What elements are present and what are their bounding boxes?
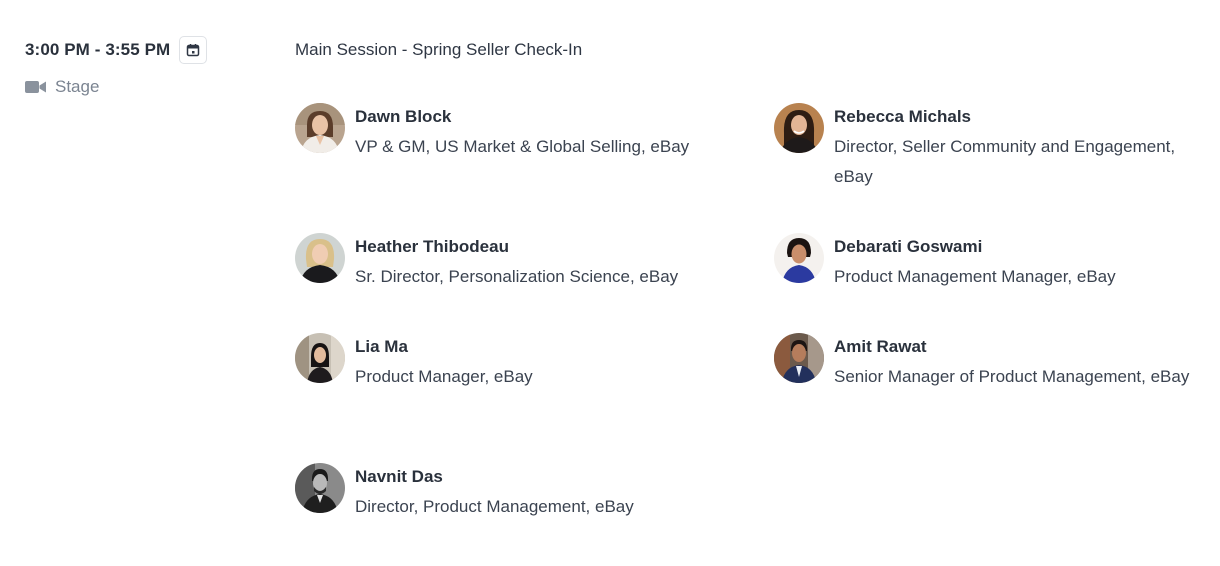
- speaker-name: Dawn Block: [355, 107, 452, 126]
- add-to-calendar-button[interactable]: [179, 36, 208, 64]
- speaker-avatar: [295, 333, 345, 383]
- session-time-row: 3:00 PM - 3:55 PM: [25, 36, 245, 64]
- speaker-avatar: [774, 333, 824, 383]
- session-title: Main Session - Spring Seller Check-In: [295, 40, 583, 59]
- speaker-role: Director, Product Management, eBay: [355, 497, 634, 516]
- speaker-avatar: [295, 103, 345, 153]
- session-location: Stage: [25, 77, 245, 97]
- speaker-role: Product Manager, eBay: [355, 367, 533, 386]
- speaker-info: Debarati Goswami Product Management Mana…: [834, 233, 1214, 292]
- speaker-name: Amit Rawat: [834, 337, 927, 356]
- speaker-card[interactable]: Dawn Block VP & GM, US Market & Global S…: [295, 103, 689, 162]
- speaker-card[interactable]: Amit Rawat Senior Manager of Product Man…: [774, 333, 1214, 392]
- location-label: Stage: [55, 77, 100, 96]
- speaker-card[interactable]: Debarati Goswami Product Management Mana…: [774, 233, 1214, 292]
- calendar-icon: [187, 44, 200, 57]
- speaker-card[interactable]: Rebecca Michals Director, Seller Communi…: [774, 103, 1214, 192]
- speaker-role: Sr. Director, Personalization Science, e…: [355, 267, 679, 286]
- session-time-column: 3:00 PM - 3:55 PM Stage: [25, 36, 245, 97]
- speaker-info: Heather Thibodeau Sr. Director, Personal…: [355, 233, 678, 292]
- speaker-name: Heather Thibodeau: [355, 237, 509, 256]
- speaker-avatar: [295, 233, 345, 283]
- speaker-avatar: [295, 463, 345, 513]
- speaker-name: Debarati Goswami: [834, 237, 983, 256]
- speaker-info: Amit Rawat Senior Manager of Product Man…: [834, 333, 1214, 392]
- speaker-card[interactable]: Navnit Das Director, Product Management,…: [295, 463, 634, 522]
- speaker-avatar: [774, 233, 824, 283]
- speaker-info: Dawn Block VP & GM, US Market & Global S…: [355, 103, 689, 162]
- speaker-info: Lia Ma Product Manager, eBay: [355, 333, 533, 392]
- speaker-role: VP & GM, US Market & Global Selling, eBa…: [355, 137, 690, 156]
- speaker-card[interactable]: Lia Ma Product Manager, eBay: [295, 333, 533, 392]
- session-time: 3:00 PM - 3:55 PM: [25, 40, 171, 59]
- speaker-name: Lia Ma: [355, 337, 408, 356]
- speaker-info: Navnit Das Director, Product Management,…: [355, 463, 634, 522]
- speaker-role: Product Management Manager, eBay: [834, 267, 1116, 286]
- speaker-role: Director, Seller Community and Engagemen…: [834, 137, 1176, 186]
- video-camera-icon: [25, 80, 46, 94]
- speaker-avatar: [774, 103, 824, 153]
- speaker-name: Rebecca Michals: [834, 107, 972, 126]
- speaker-role: Senior Manager of Product Management, eB…: [834, 367, 1190, 386]
- speaker-info: Rebecca Michals Director, Seller Communi…: [834, 103, 1214, 192]
- speaker-name: Navnit Das: [355, 467, 443, 486]
- speaker-card[interactable]: Heather Thibodeau Sr. Director, Personal…: [295, 233, 678, 292]
